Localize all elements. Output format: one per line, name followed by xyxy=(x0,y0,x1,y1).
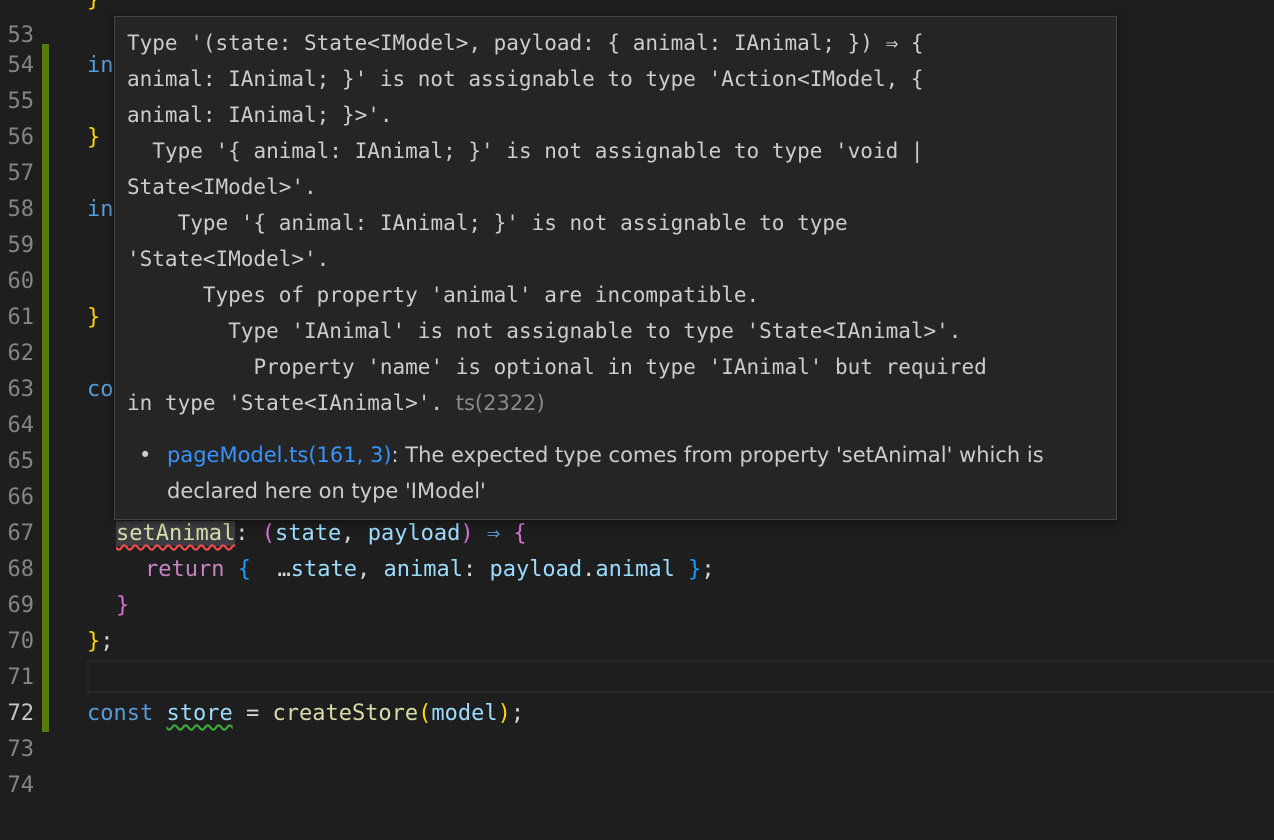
code-text: setAnimal: (state, payload) ⇒ { xyxy=(116,521,527,546)
related-file-link[interactable]: pageModel.ts(161, 3) xyxy=(167,443,392,467)
code-text: return { …state, animal: payload.animal … xyxy=(145,557,715,582)
code-text: co xyxy=(87,377,114,402)
code-line: 71 }; xyxy=(0,624,1274,690)
code-text: }; xyxy=(87,629,114,654)
code-line: 74 xyxy=(0,732,1274,798)
error-text: Type '(state: State<IModel>, payload: { … xyxy=(127,31,987,415)
code-text: } xyxy=(87,125,101,150)
line-number: 74 xyxy=(7,773,35,798)
set-animal-property[interactable]: setAnimal xyxy=(116,521,236,546)
code-text: in xyxy=(87,197,114,222)
code-text: } xyxy=(87,305,101,330)
error-hover-tooltip[interactable]: Type '(state: State<IModel>, payload: { … xyxy=(114,16,1117,520)
code-line: 68 setAnimal: (state, payload) ⇒ { xyxy=(0,516,1274,582)
code-text: in xyxy=(87,53,114,78)
code-line-current[interactable]: 72 xyxy=(0,660,1274,726)
code-text: const store = createStore(model); xyxy=(87,701,525,726)
error-code: ts(2322) xyxy=(455,391,545,415)
bullet: • xyxy=(139,443,152,467)
code-text: } xyxy=(116,593,130,618)
store-variable[interactable]: store xyxy=(166,701,232,726)
code-line: 70 } xyxy=(0,588,1274,654)
error-message: Type '(state: State<IModel>, payload: { … xyxy=(127,25,1112,421)
code-line: 73 const store = createStore(model); xyxy=(0,696,1274,762)
code-line: 69 return { …state, animal: payload.anim… xyxy=(0,552,1274,618)
